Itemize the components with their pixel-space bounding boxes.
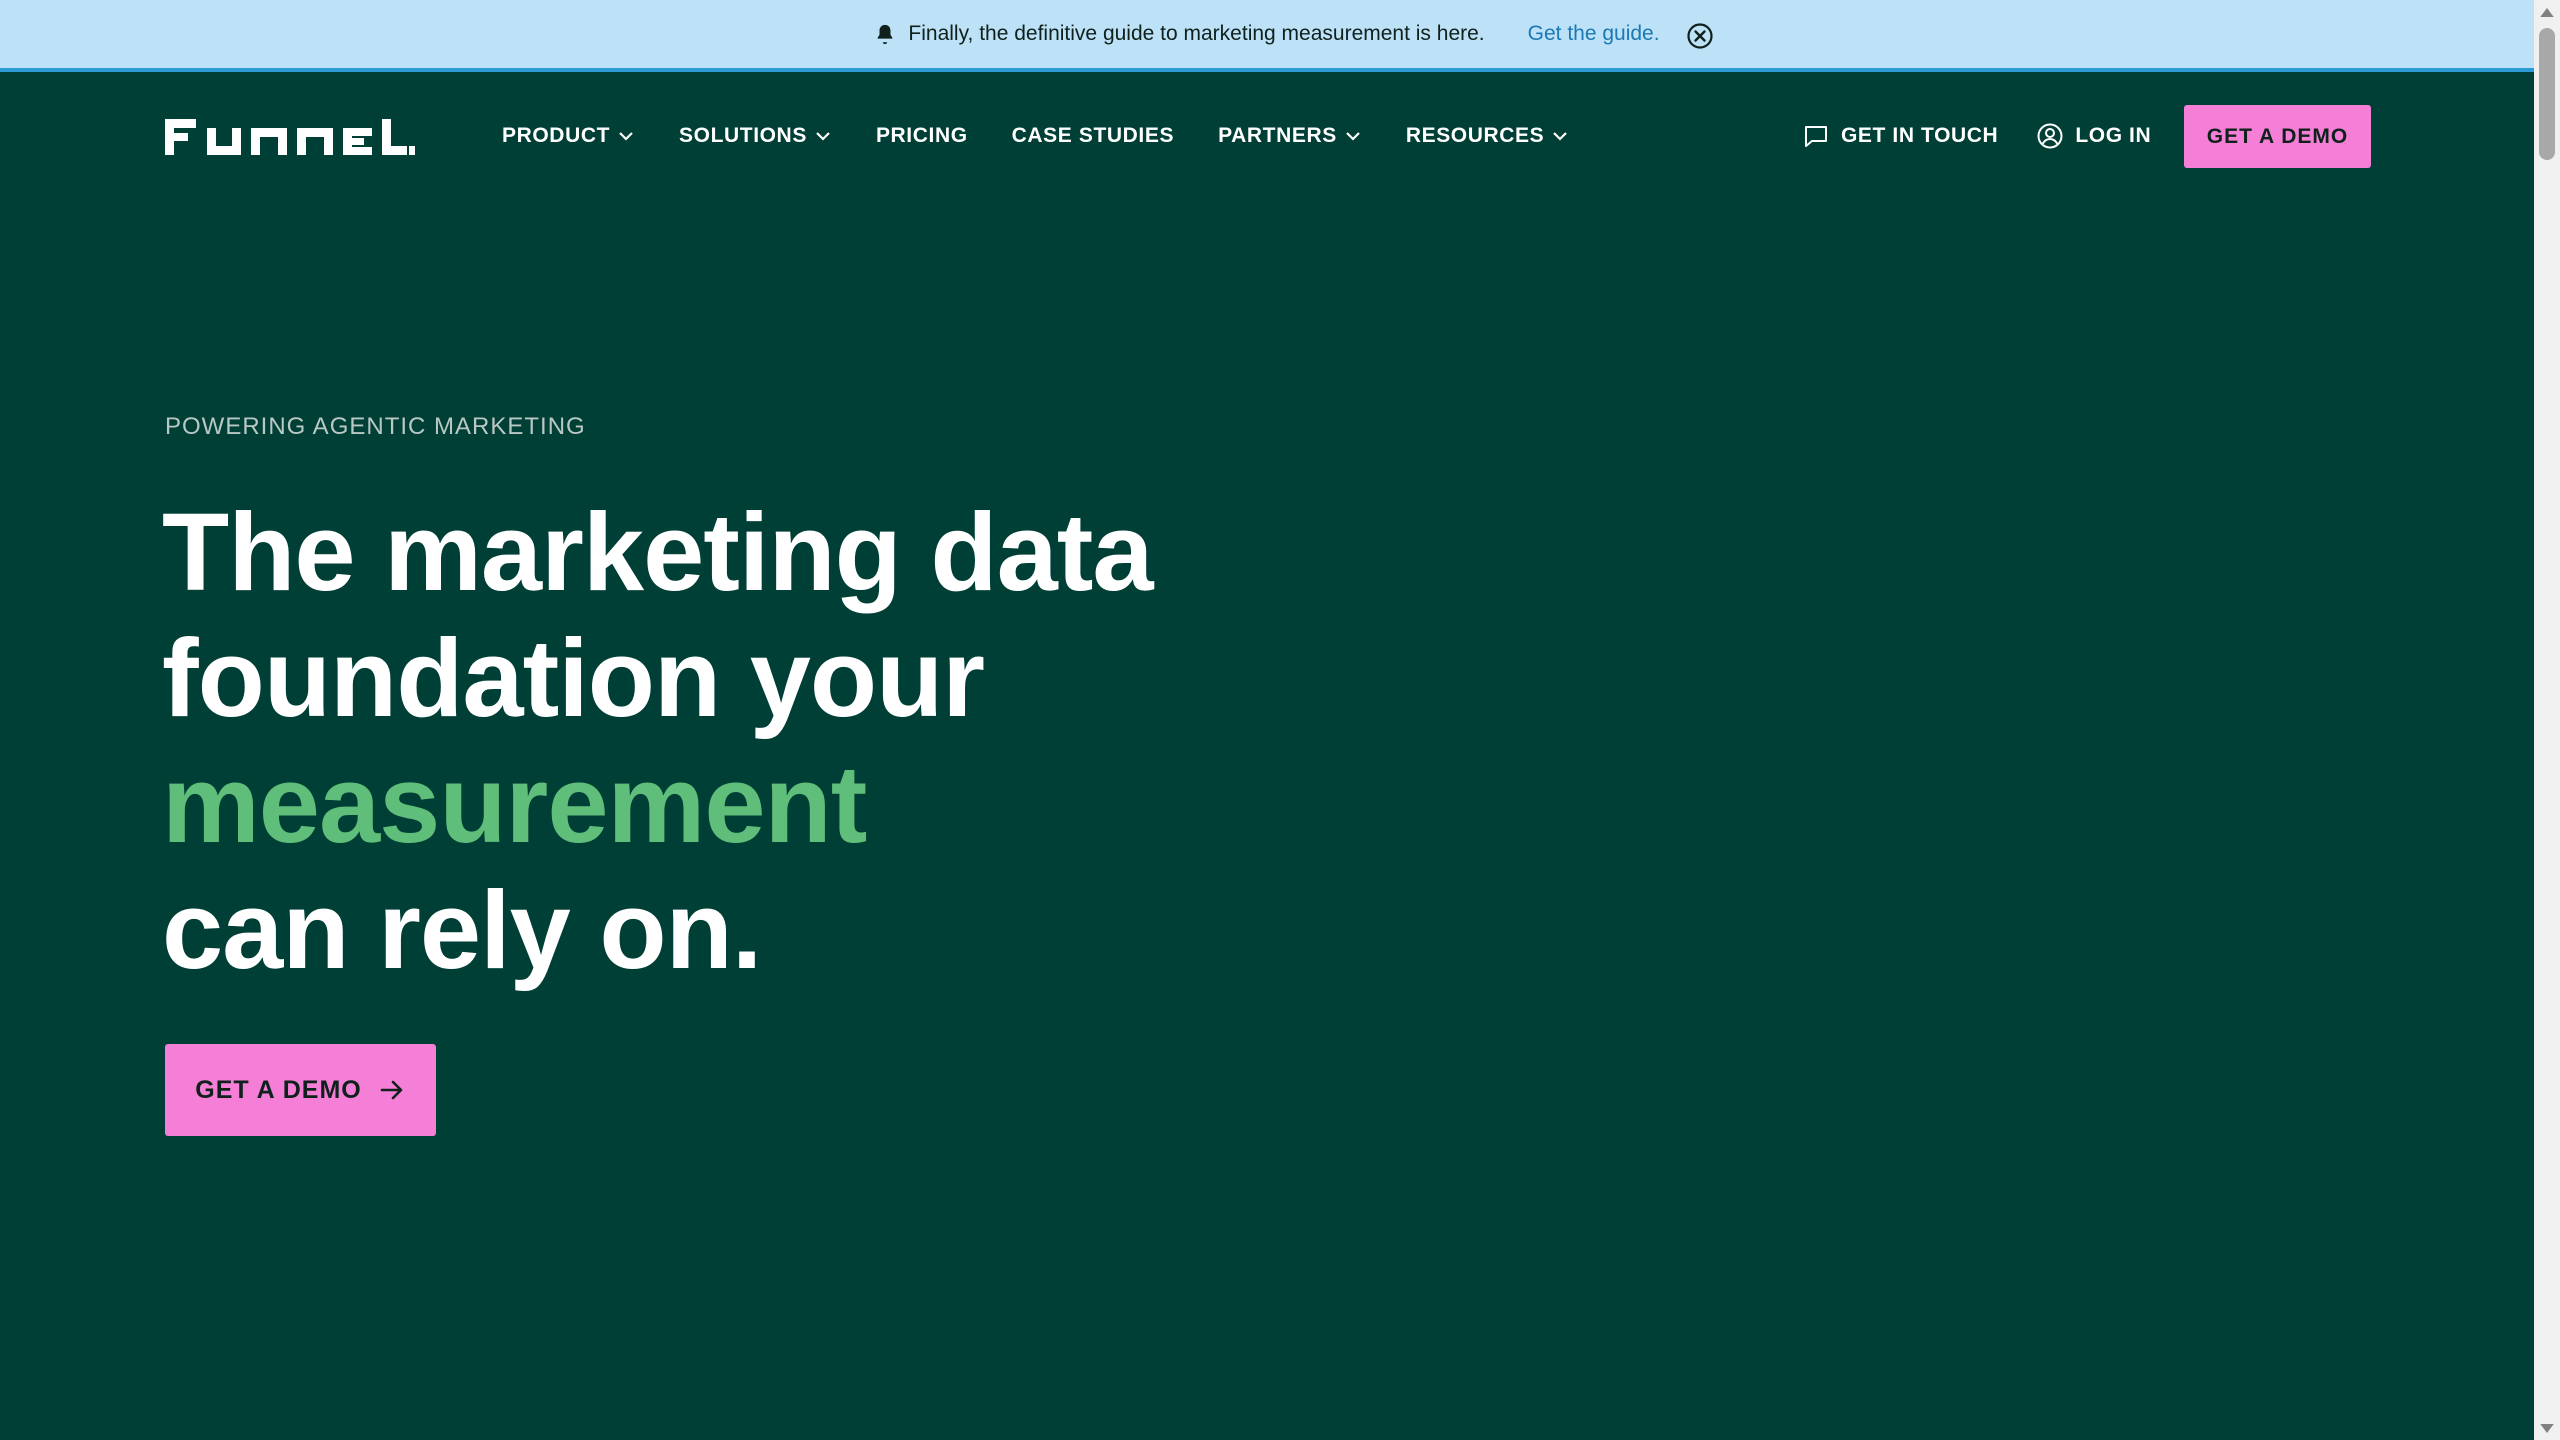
nav-label: CASE STUDIES: [1011, 124, 1175, 147]
nav-label: PRODUCT: [502, 124, 611, 147]
nav-label: PARTNERS: [1218, 124, 1337, 147]
headline-line-1: The marketing data: [162, 491, 1154, 614]
nav-item-case-studies[interactable]: CASE STUDIES: [1012, 124, 1174, 148]
utility-nav: GET IN TOUCH LOG IN: [1802, 116, 2151, 156]
nav-item-resources[interactable]: RESOURCES: [1406, 124, 1569, 148]
hero-cta-label: GET A DEMO: [195, 1075, 362, 1104]
bell-icon: [874, 23, 896, 45]
arrow-right-icon: [378, 1076, 406, 1104]
nav-item-pricing[interactable]: PRICING: [876, 124, 968, 148]
chevron-down-icon: [1551, 127, 1569, 145]
chevron-down-icon: [1344, 127, 1362, 145]
page-scrollbar[interactable]: [2534, 0, 2560, 1440]
hero-get-a-demo-button[interactable]: GET A DEMO: [165, 1044, 436, 1136]
chevron-down-icon: [814, 127, 832, 145]
nav-item-product[interactable]: PRODUCT: [502, 124, 635, 148]
headline-line-2: foundation your: [162, 617, 985, 740]
nav-label: PRICING: [875, 124, 968, 147]
log-in-link[interactable]: LOG IN: [2036, 122, 2151, 150]
headline-line-4: can rely on.: [162, 869, 762, 992]
nav-label: RESOURCES: [1405, 124, 1545, 147]
headline-highlight: measurement: [162, 743, 867, 866]
log-in-label: LOG IN: [2075, 124, 2152, 147]
banner-guide-link[interactable]: Get the guide.: [1528, 22, 1660, 46]
nav-item-solutions[interactable]: SOLUTIONS: [679, 124, 832, 148]
scrollbar-thumb[interactable]: [2539, 28, 2555, 160]
get-in-touch-label: GET IN TOUCH: [1841, 124, 1999, 147]
funnel-logo[interactable]: [165, 119, 415, 155]
close-circle-icon[interactable]: [1686, 22, 1714, 50]
get-in-touch-link[interactable]: GET IN TOUCH: [1802, 122, 1998, 150]
scroll-down-arrow-icon[interactable]: [2534, 1416, 2560, 1440]
nav-item-partners[interactable]: PARTNERS: [1218, 124, 1362, 148]
chat-bubble-icon: [1802, 122, 1830, 150]
header-get-a-demo-button[interactable]: GET A DEMO: [2184, 105, 2371, 168]
scroll-up-arrow-icon[interactable]: [2534, 0, 2560, 24]
nav-label: SOLUTIONS: [679, 124, 807, 147]
primary-nav: PRODUCT SOLUTIONS PRICING CASE STUDIES P…: [502, 116, 1613, 156]
banner-message: Finally, the definitive guide to marketi…: [908, 22, 1485, 45]
announcement-banner: Finally, the definitive guide to marketi…: [0, 0, 2534, 72]
hero-eyebrow: POWERING AGENTIC MARKETING: [165, 413, 586, 440]
user-circle-icon: [2036, 122, 2064, 150]
hero-headline: The marketing data foundation your measu…: [162, 490, 1462, 994]
chevron-down-icon: [617, 127, 635, 145]
